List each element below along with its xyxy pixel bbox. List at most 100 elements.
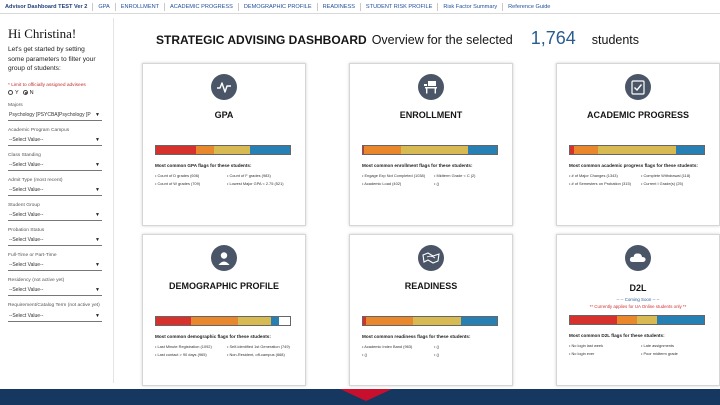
student-group-select[interactable]: --Select Value-- ▼	[8, 210, 102, 221]
tab-academic-progress[interactable]: ACADEMIC PROGRESS	[165, 2, 239, 11]
filter-label-campus: Academic Program Campus	[8, 127, 70, 133]
flag-item: Poor midterm grade	[641, 351, 709, 356]
demographic-profile-flag-bar	[155, 316, 291, 326]
demographic-profile-flag-heading: Most common demographic flags for these …	[155, 334, 271, 339]
majors-select-value: Psychology [PSYCBA]Psychology [P	[9, 111, 91, 118]
filter-sidebar: Hi Christina! Let's get started by setti…	[0, 16, 106, 386]
enrollment-flag-heading: Most common enrollment flags for these s…	[362, 163, 473, 168]
readiness-flag-bar	[362, 316, 498, 326]
cloud-icon	[625, 245, 651, 271]
class-standing-select-value: --Select Value--	[9, 161, 44, 168]
gpa-flag-heading: Most common GPA flags for these students…	[155, 163, 252, 168]
academic-progress-card[interactable]: ACADEMIC PROGRESS Most common academic pr…	[556, 63, 720, 226]
desk-icon	[418, 74, 444, 100]
radio-yes-label: Y	[15, 89, 19, 96]
checklist-icon	[625, 74, 651, 100]
majors-select[interactable]: Psychology [PSYCBA]Psychology [P ▼	[8, 110, 102, 121]
probation-select[interactable]: --Select Value-- ▼	[8, 235, 102, 246]
advisee-radio-group: Y N	[8, 90, 106, 96]
gpa-flag-bar	[155, 145, 291, 155]
chevron-down-icon: ▼	[95, 136, 100, 143]
flag-item: No login last week	[569, 343, 637, 348]
readiness-card[interactable]: READINESS Most common readiness flags for…	[349, 234, 513, 386]
tab-bar: Advisor Dashboard TEST Ver 2 GPA ENROLLM…	[0, 0, 720, 14]
filter-label-majors: Majors	[8, 102, 23, 108]
filter-label-catalog-term: Requirement/Catalog Term (not active yet…	[8, 302, 100, 308]
bar-segment-orange	[365, 317, 413, 325]
d2l-title: D2L	[629, 283, 647, 293]
flag-item: Last contact > 90 days (965)	[155, 352, 223, 357]
admit-type-select-value: --Select Value--	[9, 186, 44, 193]
bar-segment-yellow	[213, 146, 250, 154]
bar-segment-yellow	[400, 146, 468, 154]
tab-reference-guide[interactable]: Reference Guide	[503, 3, 555, 11]
bar-segment-yellow	[598, 146, 676, 154]
students-label: students	[591, 33, 640, 47]
chevron-down-icon: ▼	[95, 236, 100, 243]
bar-segment-red	[156, 146, 197, 154]
bar-segment-blue	[675, 146, 704, 154]
flag-item: Non-Resident, off-campus (668)	[227, 352, 295, 357]
d2l-card[interactable]: D2L -- -- Coming Soon -- -- ** Currently a…	[556, 234, 720, 386]
flag-item: No login ever	[569, 351, 637, 356]
bar-segment-yellow	[412, 317, 461, 325]
dashboard-header: STRATEGIC ADVISING DASHBOARD Overview fo…	[156, 28, 639, 52]
chevron-down-icon: ▼	[95, 286, 100, 293]
sidebar-divider	[113, 18, 114, 383]
flag-item: Late assignments	[641, 343, 709, 348]
flag-item: Self-identified 1st Generation (749)	[227, 344, 295, 349]
residency-select[interactable]: --Select Value-- ▼	[8, 285, 102, 296]
filter-label-admit-type: Admit Type (most recent)	[8, 177, 63, 183]
chevron-down-icon: ▼	[95, 111, 100, 118]
footer-logo-shape	[340, 389, 392, 401]
readiness-flag-heading: Most common readiness flags for these st…	[362, 334, 471, 339]
flag-item: ()	[434, 181, 502, 186]
d2l-flag-list: No login last week Late assignments No log…	[569, 343, 709, 356]
bar-segment-orange	[616, 316, 637, 324]
page-title: STRATEGIC ADVISING DASHBOARD	[156, 33, 367, 47]
radio-yes[interactable]	[8, 90, 13, 96]
tab-gpa[interactable]: GPA	[93, 2, 116, 11]
admit-type-select[interactable]: --Select Value-- ▼	[8, 185, 102, 196]
flag-item: Count of W grades (709)	[155, 181, 223, 186]
full-part-time-select[interactable]: --Select Value-- ▼	[8, 260, 102, 271]
enrollment-flag-list: Engage Exp Not Completed (1038) Midterm G…	[362, 173, 502, 186]
bar-segment-orange	[364, 146, 401, 154]
campus-select[interactable]: --Select Value-- ▼	[8, 135, 102, 146]
d2l-flag-bar	[569, 315, 705, 325]
academic-progress-flag-list: # of Major Changes (1343) Complete Withdr…	[569, 173, 709, 186]
gpa-card[interactable]: GPA Most common GPA flags for these stude…	[142, 63, 306, 226]
flag-item: Last Minute Registration (1092)	[155, 344, 223, 349]
tab-advisor-dashboard[interactable]: Advisor Dashboard TEST Ver 2	[0, 2, 94, 11]
enrollment-flag-bar	[362, 145, 498, 155]
bar-segment-blue	[460, 317, 497, 325]
flag-item: Lowest Major GPA < 2.75 (521)	[227, 181, 295, 186]
bar-segment-blue	[467, 146, 497, 154]
enrollment-card[interactable]: ENROLLMENT Most common enrollment flags f…	[349, 63, 513, 226]
demographic-profile-card[interactable]: DEMOGRAPHIC PROFILE Most common demograph…	[142, 234, 306, 386]
map-icon	[418, 245, 444, 271]
full-part-time-select-value: --Select Value--	[9, 261, 44, 268]
tab-risk-factor-summary[interactable]: Risk Factor Summary	[438, 2, 504, 11]
class-standing-select[interactable]: --Select Value-- ▼	[8, 160, 102, 171]
bar-segment-blue	[249, 146, 290, 154]
tab-enrollment[interactable]: ENROLLMENT	[116, 2, 166, 11]
academic-progress-flag-heading: Most common academic progress flags for …	[569, 163, 698, 168]
campus-select-value: --Select Value--	[9, 136, 44, 143]
person-icon	[211, 245, 237, 271]
pulse-icon	[211, 74, 237, 100]
filter-label-student-group: Student Group	[8, 202, 40, 208]
catalog-term-select-value: --Select Value--	[9, 313, 44, 320]
tab-student-risk-profile[interactable]: STUDENT RISK PROFILE	[361, 2, 439, 11]
bar-segment-blue	[271, 317, 280, 325]
filter-label-full-part-time: Full-Time or Part-Time	[8, 252, 57, 258]
chevron-down-icon: ▼	[95, 261, 100, 268]
tab-readiness[interactable]: READINESS	[318, 2, 361, 11]
tab-demographic-profile[interactable]: DEMOGRAPHIC PROFILE	[239, 2, 318, 11]
bar-segment-blue	[657, 316, 704, 324]
flag-item: Academic Index Band (963)	[362, 344, 430, 349]
bar-segment-orange	[574, 146, 599, 154]
filter-label-residency: Residency (not active yet)	[8, 277, 65, 283]
radio-no[interactable]	[22, 90, 28, 96]
catalog-term-select[interactable]: --Select Value-- ▼	[8, 311, 102, 323]
